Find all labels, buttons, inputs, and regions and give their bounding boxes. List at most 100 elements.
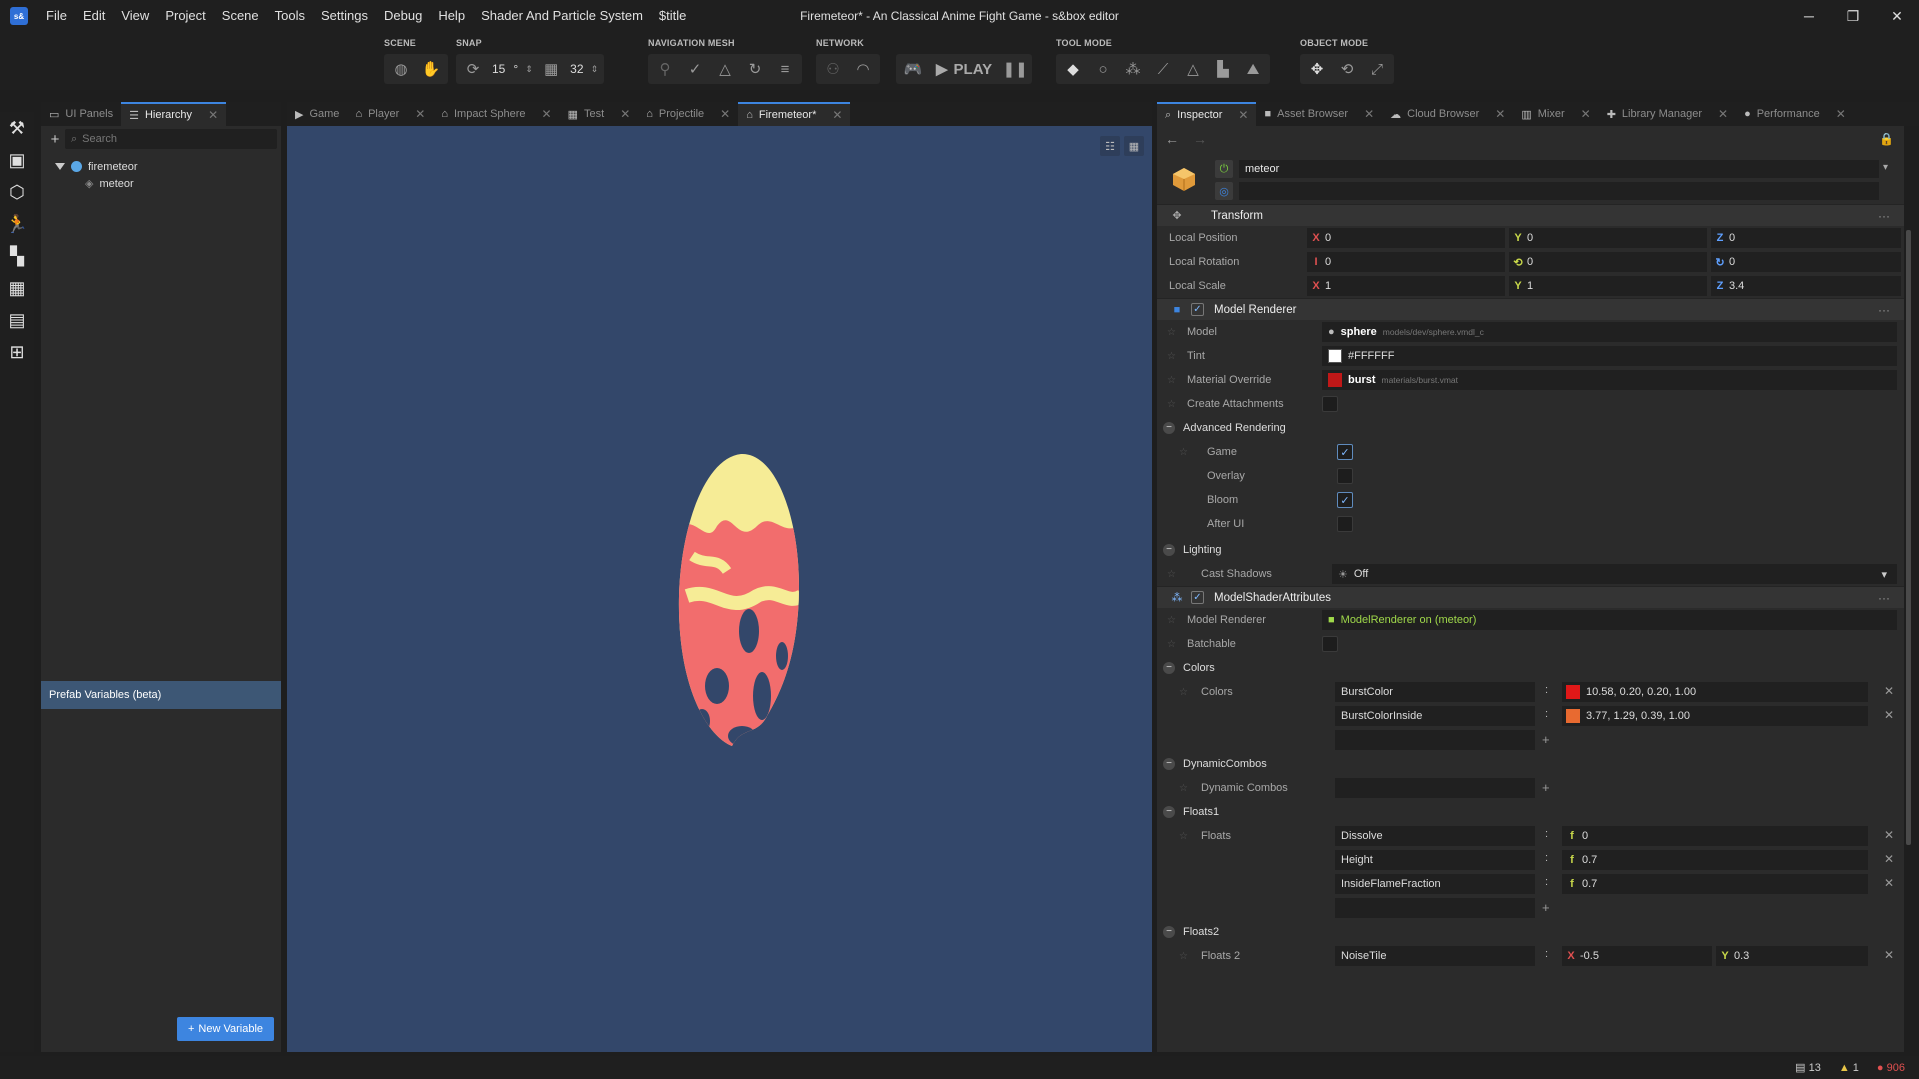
minimize-icon[interactable]: ─: [1787, 0, 1831, 32]
collapse-icon[interactable]: −: [1163, 544, 1175, 556]
triangle-icon[interactable]: △: [712, 56, 738, 82]
runner-icon[interactable]: 🏃: [0, 208, 34, 240]
star-icon[interactable]: ☆: [1179, 687, 1191, 698]
tab-inspector[interactable]: ⌕ Inspector ✕: [1157, 102, 1257, 126]
new-float-key-field[interactable]: [1335, 898, 1535, 918]
tab-hierarchy[interactable]: ☰ Hierarchy ✕: [121, 102, 227, 126]
shader-attributes-header[interactable]: ⁂ ✓ ModelShaderAttributes ···: [1157, 586, 1904, 608]
apps-icon[interactable]: ⊞: [0, 336, 34, 368]
star-icon[interactable]: ☆: [1179, 831, 1191, 842]
remove-icon[interactable]: ✕: [1884, 948, 1894, 962]
remove-icon[interactable]: ✕: [1884, 876, 1894, 890]
float-key-field[interactable]: InsideFlameFraction: [1335, 874, 1535, 894]
position-y-field[interactable]: Y0: [1509, 228, 1707, 248]
tab-game[interactable]: ▶ Game: [287, 102, 347, 126]
batchable-checkbox[interactable]: [1322, 636, 1338, 652]
stepper-icon[interactable]: ⇕: [590, 56, 600, 82]
dashboard-icon[interactable]: ▚: [0, 240, 34, 272]
tab-mixer[interactable]: ▥ Mixer ✕: [1513, 102, 1598, 126]
image-icon[interactable]: ▣: [0, 144, 34, 176]
object-tags-field[interactable]: [1239, 182, 1879, 200]
close-tab-icon[interactable]: ✕: [1364, 107, 1374, 121]
tab-impact-sphere[interactable]: ⌂ Impact Sphere ✕: [433, 102, 559, 126]
snap-angle-value[interactable]: 15: [490, 62, 507, 76]
remove-icon[interactable]: ✕: [1884, 828, 1894, 842]
network-toggle[interactable]: ◎: [1215, 182, 1233, 200]
scale-y-field[interactable]: Y1: [1509, 276, 1707, 296]
rotation-yaw-field[interactable]: ⟲ 0: [1509, 252, 1707, 272]
new-combo-key-field[interactable]: [1335, 778, 1535, 798]
tab-player[interactable]: ⌂ Player ✕: [347, 102, 433, 126]
shader-attributes-enabled-checkbox[interactable]: ✓: [1191, 591, 1204, 604]
more-icon[interactable]: ···: [1878, 303, 1890, 317]
wifi-icon[interactable]: ◠: [850, 56, 876, 82]
overlay-checkbox[interactable]: [1337, 468, 1353, 484]
tab-firemeteor[interactable]: ⌂ Firemeteor* ✕: [738, 102, 851, 126]
hand-icon[interactable]: ✋: [418, 56, 444, 82]
rotation-pitch-field[interactable]: I0: [1307, 252, 1505, 272]
menu-debug[interactable]: Debug: [376, 0, 430, 32]
line-tool-icon[interactable]: ⟋: [1150, 56, 1176, 82]
more-icon[interactable]: ···: [1878, 591, 1890, 605]
collapse-icon[interactable]: −: [1163, 758, 1175, 770]
menu-project[interactable]: Project: [157, 0, 213, 32]
transform-header[interactable]: ✥ Transform ···: [1157, 204, 1904, 226]
refresh-icon[interactable]: ↻: [742, 56, 768, 82]
walker-icon[interactable]: ⚲: [652, 56, 678, 82]
star-icon[interactable]: ☆: [1167, 375, 1179, 386]
color-key-field[interactable]: BurstColor: [1335, 682, 1535, 702]
close-tab-icon[interactable]: ✕: [1718, 107, 1728, 121]
add-object-button[interactable]: +: [45, 131, 65, 148]
star-icon[interactable]: ☆: [1167, 639, 1179, 650]
tab-performance[interactable]: ● Performance ✕: [1736, 102, 1854, 126]
menu-help[interactable]: Help: [430, 0, 473, 32]
tools-icon[interactable]: ⚒: [0, 112, 34, 144]
menu-title[interactable]: $title: [651, 0, 694, 32]
paint-icon[interactable]: ▙: [1210, 56, 1236, 82]
cube-icon[interactable]: ⬡: [0, 176, 34, 208]
close-tab-icon[interactable]: ✕: [415, 107, 425, 121]
close-tab-icon[interactable]: ✕: [720, 107, 730, 121]
attachments-checkbox[interactable]: [1322, 396, 1338, 412]
maximize-icon[interactable]: ❐: [1831, 0, 1875, 32]
collapse-icon[interactable]: −: [1163, 662, 1175, 674]
star-icon[interactable]: ☆: [1167, 399, 1179, 410]
bloom-checkbox[interactable]: ✓: [1337, 492, 1353, 508]
star-icon[interactable]: ☆: [1167, 569, 1179, 580]
play-button[interactable]: ▶ PLAY: [930, 60, 998, 79]
stepper-icon[interactable]: ⇕: [524, 56, 534, 82]
scene-viewport[interactable]: ☷ ▦: [287, 126, 1152, 1052]
close-tab-icon[interactable]: ✕: [542, 107, 552, 121]
terrain-icon[interactable]: ⛰: [1240, 56, 1266, 82]
prefab-variables-header[interactable]: Prefab Variables (beta): [41, 681, 281, 709]
lighting-group[interactable]: − Lighting: [1157, 538, 1904, 562]
star-icon[interactable]: ☆: [1167, 615, 1179, 626]
model-renderer-header[interactable]: ■ ✓ Model Renderer ···: [1157, 298, 1904, 320]
menu-edit[interactable]: Edit: [75, 0, 113, 32]
advanced-rendering-group[interactable]: − Advanced Rendering: [1157, 416, 1904, 440]
object-name-field[interactable]: meteor: [1239, 160, 1879, 178]
color-key-field[interactable]: BurstColorInside: [1335, 706, 1535, 726]
new-color-key-field[interactable]: [1335, 730, 1535, 750]
collapse-icon[interactable]: −: [1163, 926, 1175, 938]
menu-tools[interactable]: Tools: [267, 0, 313, 32]
messages-counter[interactable]: ▤ 13: [1795, 1061, 1821, 1074]
star-icon[interactable]: ☆: [1179, 447, 1191, 458]
position-x-field[interactable]: X0: [1307, 228, 1505, 248]
float2-y-field[interactable]: Y 0.3: [1716, 946, 1868, 966]
gamepad-icon[interactable]: 🎮: [900, 56, 926, 82]
triangle-tool-icon[interactable]: △: [1180, 56, 1206, 82]
tree-item-firemeteor[interactable]: firemeteor: [55, 158, 281, 175]
add-icon[interactable]: +: [1542, 780, 1550, 795]
close-tab-icon[interactable]: ✕: [620, 107, 630, 121]
close-tab-icon[interactable]: ✕: [832, 108, 842, 122]
star-icon[interactable]: ☆: [1179, 951, 1191, 962]
menu-settings[interactable]: Settings: [313, 0, 376, 32]
check-icon[interactable]: ✓: [682, 56, 708, 82]
enabled-toggle[interactable]: ⏻: [1215, 160, 1233, 178]
star-icon[interactable]: ☆: [1179, 783, 1191, 794]
inspector-scrollbar[interactable]: [1906, 230, 1911, 845]
layers-icon[interactable]: ◆: [1060, 56, 1086, 82]
menu-scene[interactable]: Scene: [214, 0, 267, 32]
edit-list-icon[interactable]: ≡: [772, 56, 798, 82]
